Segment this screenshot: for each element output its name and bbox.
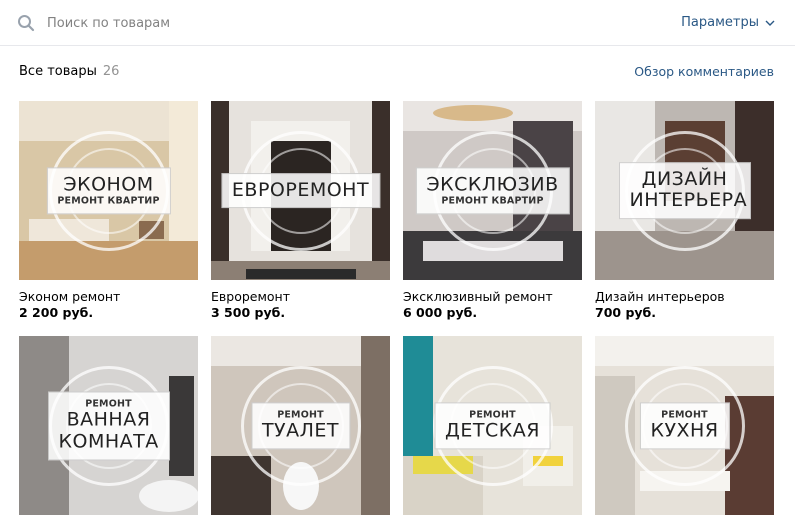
product-image[interactable]: ЭКСКЛЮЗИВ РЕМОНТ КВАРТИР [403,101,582,280]
product-name[interactable]: Эконом ремонт [19,289,198,305]
product-plate: РЕМОНТ ДЕТСКАЯ [434,401,551,450]
product-image[interactable]: ЕВРОРЕМОНТ [211,101,390,280]
product-plate: ЕВРОРЕМОНТ [220,172,381,209]
products-count: 26 [102,64,120,79]
search-input[interactable] [47,12,607,34]
product-price: 3 500 руб. [211,305,286,320]
plate-main: ДЕТСКАЯ [445,419,540,442]
plate-bottom: РЕМОНТ КВАРТИР [57,195,160,207]
product-plate: ЭКСКЛЮЗИВ РЕМОНТ КВАРТИР [415,166,570,215]
products-header: Все товары 26 Обзор комментариев [19,64,774,84]
product-plate: ДИЗАЙН ИНТЕРЬЕРА [618,161,751,220]
product-plate: РЕМОНТ ТУАЛЕТ [250,401,351,450]
chevron-down-icon [765,20,775,26]
product-image[interactable]: РЕМОНТ КУХНЯ [595,336,774,515]
product-price: 700 руб. [595,305,657,320]
product-card[interactable]: ЕВРОРЕМОНТ Евроремонт 3 500 руб. [211,101,390,321]
plate-main: ТУАЛЕТ [261,419,340,442]
product-price: 6 000 руб. [403,305,478,320]
product-card[interactable]: ЭКОНОМ РЕМОНТ КВАРТИР Эконом ремонт 2 20… [19,101,198,321]
product-name[interactable]: Дизайн интерьеров [595,289,774,305]
product-name[interactable]: Эксклюзивный ремонт [403,289,582,305]
reviews-link[interactable]: Обзор комментариев [634,64,774,79]
plate-main: ЭКСКЛЮЗИВ [426,172,559,195]
plate-bottom: РЕМОНТ КВАРТИР [441,195,544,207]
plate-main: ЭКОНОМ [63,172,154,195]
plate-main: ЕВРОРЕМОНТ [231,178,370,201]
product-image[interactable]: РЕМОНТ ДЕТСКАЯ [403,336,582,515]
params-label: Параметры [681,15,759,30]
search-bar: Параметры [0,0,795,46]
product-card[interactable]: РЕМОНТ ДЕТСКАЯ [403,336,582,515]
plate-main: ВАННАЯ КОМНАТА [58,408,159,453]
product-name[interactable]: Евроремонт [211,289,390,305]
plate-main: ДИЗАЙН ИНТЕРЬЕРА [629,167,748,212]
product-card[interactable]: РЕМОНТ ВАННАЯ КОМНАТА [19,336,198,515]
product-plate: РЕМОНТ КУХНЯ [639,401,730,450]
params-button[interactable]: Параметры [681,15,775,30]
plate-main: КУХНЯ [650,419,719,442]
product-card[interactable]: РЕМОНТ ТУАЛЕТ [211,336,390,515]
search-icon[interactable] [17,14,35,32]
product-card[interactable]: ЭКСКЛЮЗИВ РЕМОНТ КВАРТИР Эксклюзивный ре… [403,101,582,321]
product-plate: РЕМОНТ ВАННАЯ КОМНАТА [47,390,170,461]
product-image[interactable]: ДИЗАЙН ИНТЕРЬЕРА [595,101,774,280]
product-image[interactable]: РЕМОНТ ТУАЛЕТ [211,336,390,515]
products-title-label: Все товары [19,64,97,79]
product-plate: ЭКОНОМ РЕМОНТ КВАРТИР [46,166,171,215]
product-price: 2 200 руб. [19,305,94,320]
product-card[interactable]: ДИЗАЙН ИНТЕРЬЕРА Дизайн интерьеров 700 р… [595,101,774,321]
product-image[interactable]: ЭКОНОМ РЕМОНТ КВАРТИР [19,101,198,280]
product-image[interactable]: РЕМОНТ ВАННАЯ КОМНАТА [19,336,198,515]
products-title: Все товары 26 [19,64,119,79]
product-card[interactable]: РЕМОНТ КУХНЯ [595,336,774,515]
